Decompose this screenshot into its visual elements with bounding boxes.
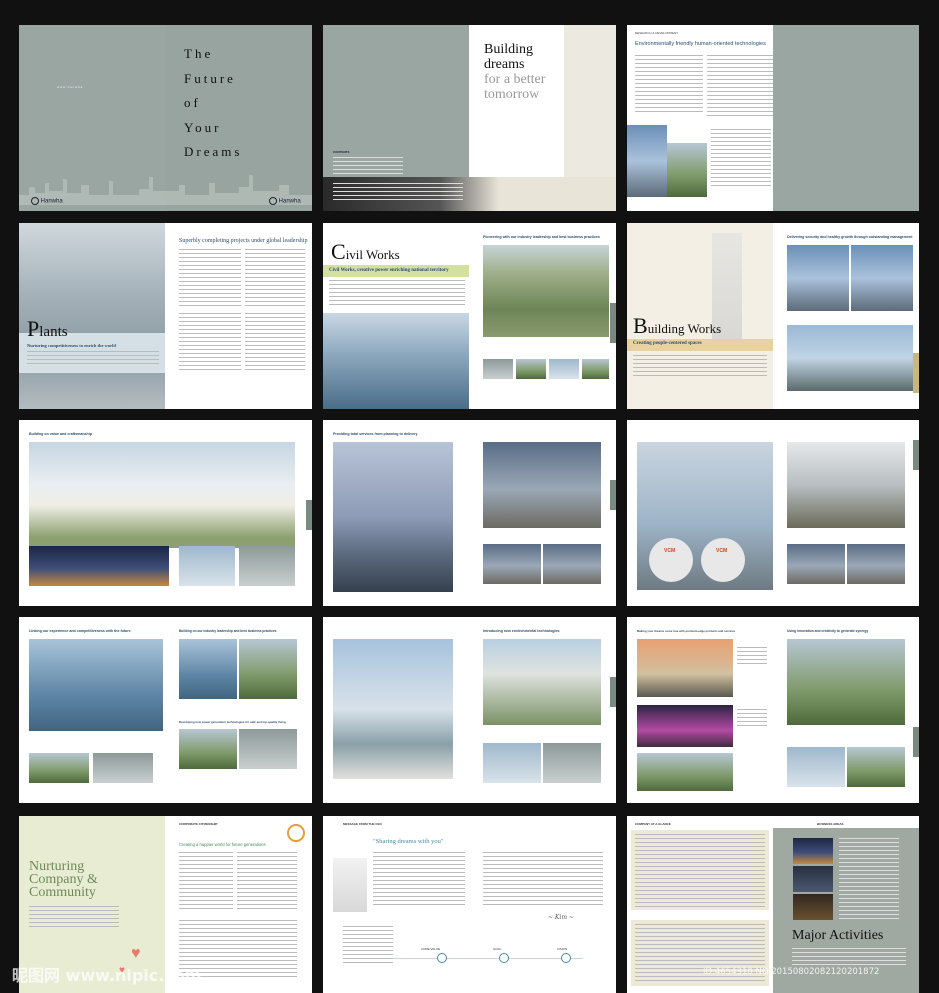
resort-photo bbox=[637, 753, 733, 791]
section-heading: Making your dreams come true with premiu… bbox=[637, 629, 736, 633]
headline: Building dreams for a better tomorrow bbox=[484, 42, 546, 102]
civil-subtitle: Civil Works, creative power enriching na… bbox=[329, 268, 449, 273]
building-title: Building Works bbox=[633, 313, 722, 338]
badge-icon bbox=[287, 824, 305, 842]
building-right-heading: Delivering security and healthy growth t… bbox=[787, 235, 913, 239]
spread-power-plants: Building on value and craftsmanship bbox=[19, 420, 312, 606]
spread-building-works: Building Works Creating people-centered … bbox=[627, 223, 919, 409]
vcm-tank-right bbox=[701, 538, 745, 582]
core-value-node bbox=[437, 953, 447, 963]
logo-icon bbox=[31, 197, 39, 205]
section-heading: Providing total services from planning t… bbox=[333, 432, 418, 436]
plants-heading: Superbly completing projects under globa… bbox=[179, 238, 308, 244]
ceo-quote: "Sharing dreams with you" bbox=[373, 838, 444, 845]
goal-node bbox=[499, 953, 509, 963]
section-heading: Developing new power generation technolo… bbox=[179, 720, 286, 724]
cover-title: The Future of Your Dreams bbox=[184, 46, 243, 159]
towers-photo-2 bbox=[851, 245, 913, 311]
plants-tagline: Nurturing competitiveness to enrich the … bbox=[27, 343, 116, 348]
chimneys-photo bbox=[333, 639, 453, 779]
ceo-photo bbox=[333, 858, 367, 912]
campus-photo bbox=[667, 143, 707, 197]
spread-building-dreams: CONTENTS Building dreams for a better to… bbox=[323, 25, 616, 211]
spread-civil-works: Civil Works Civil Works, creative power … bbox=[323, 223, 616, 409]
spread-refineries: Providing total services from planning t… bbox=[323, 420, 616, 606]
civil-title: Civil Works bbox=[331, 239, 400, 264]
hospital-photo bbox=[787, 639, 905, 725]
spread-plants: Plants Nurturing competitiveness to enri… bbox=[19, 223, 312, 409]
terminal-photo bbox=[787, 325, 913, 391]
sea-bridge-photo bbox=[29, 639, 163, 731]
watermark-left: 昵图网 www.nipic.com bbox=[12, 966, 202, 985]
cover-logo-right: Hanwha bbox=[269, 197, 301, 205]
spread-ceo-message: MESSAGE FROM THE CEO "Sharing dreams wit… bbox=[323, 816, 616, 993]
building-tagline: Creating people-centered spaces bbox=[633, 341, 702, 346]
section-heading: Building on our industry leadership and … bbox=[179, 629, 277, 633]
nurturing-title: Nurturing Company & Community bbox=[29, 859, 98, 900]
refinery-photo bbox=[483, 442, 601, 528]
towers-photo-1 bbox=[787, 245, 849, 311]
plants-title: Plants bbox=[27, 316, 68, 341]
civil-right-heading: Pioneering with our industry leadership … bbox=[483, 235, 600, 239]
section-heading: Introducing new environmental technologi… bbox=[483, 629, 560, 633]
spread-leisure: Making your dreams come true with premiu… bbox=[627, 617, 919, 803]
tower-sunset-photo bbox=[637, 639, 733, 697]
section-heading: Environmentally friendly human-oriented … bbox=[635, 41, 766, 47]
spread-infrastructure: Linking our experience and competitivene… bbox=[19, 617, 312, 803]
vision-node bbox=[561, 953, 571, 963]
right-page bbox=[773, 25, 919, 211]
vcm-label-right: VCM bbox=[716, 548, 728, 554]
section-heading: Linking our experience and competitivene… bbox=[29, 629, 131, 633]
spread-environment-tech: Introducing new environmental technologi… bbox=[323, 617, 616, 803]
pink-building-photo bbox=[637, 705, 733, 747]
section-heading: Using innovation and creativity to gener… bbox=[787, 629, 869, 633]
spread-cover: w w w . h a n w h a The Future of Your D… bbox=[19, 25, 312, 211]
refinery-dusk-photo bbox=[333, 442, 453, 592]
spread-environment: RESEARCH & DEVELOPMENT Environmentally f… bbox=[627, 25, 919, 211]
vcm-tank-left bbox=[649, 538, 693, 582]
night-plant-photo bbox=[29, 546, 169, 586]
major-activities-title: Major Activities bbox=[792, 928, 884, 943]
vcm-label-left: VCM bbox=[664, 548, 676, 554]
plant-structure-photo bbox=[787, 442, 905, 528]
signature: ~ Kim ~ bbox=[548, 914, 574, 921]
watermark-right: ID:4654310 NO:20150802082120201872 bbox=[703, 967, 880, 977]
cover-logo-left: Hanwha bbox=[31, 197, 63, 205]
spread-chemical: VCM VCM bbox=[627, 420, 919, 606]
power-plant-photo bbox=[29, 442, 295, 548]
heart-icon: ♥ bbox=[131, 945, 141, 962]
section-heading: Creating a happier world for future gene… bbox=[179, 842, 266, 847]
facility-photo bbox=[483, 639, 601, 725]
lab-photo bbox=[627, 125, 667, 197]
interchange-photo bbox=[483, 245, 609, 337]
logo-icon bbox=[269, 197, 277, 205]
bridge-photo bbox=[323, 313, 469, 409]
section-heading: Building on value and craftsmanship bbox=[29, 432, 92, 436]
